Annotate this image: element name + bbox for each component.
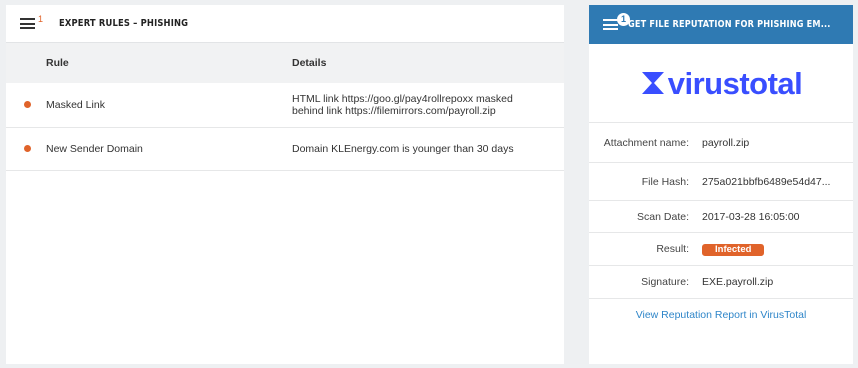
column-header-details[interactable]: Details xyxy=(292,43,564,83)
rule-count: 1 xyxy=(38,13,44,24)
file-hash-value: 275a021bbfb6489e54d47... xyxy=(702,175,831,188)
view-reputation-report-link[interactable]: View Reputation Report in VirusTotal xyxy=(589,309,853,321)
menu-icon[interactable] xyxy=(20,18,35,29)
scan-date-label: Scan Date: xyxy=(637,210,689,223)
scan-date-value: 2017-03-28 16:05:00 xyxy=(702,210,800,223)
file-reputation-title: GET FILE REPUTATION FOR PHISHING EM... xyxy=(628,19,831,30)
file-reputation-header: 1 GET FILE REPUTATION FOR PHISHING EM... xyxy=(589,5,853,44)
rule-cell: Masked Link xyxy=(6,83,292,127)
attachment-value: payroll.zip xyxy=(702,136,750,149)
rule-name: New Sender Domain xyxy=(46,142,143,155)
table-row[interactable]: Masked Link HTML link https://goo.gl/pay… xyxy=(6,83,564,127)
expert-rules-panel: 1 EXPERT RULES – PHISHING Rule Details M… xyxy=(6,5,564,364)
rule-name: Masked Link xyxy=(46,98,105,111)
expert-rules-header: 1 EXPERT RULES – PHISHING xyxy=(6,5,564,43)
attachment-label: Attachment name: xyxy=(603,136,689,149)
rule-details: HTML link https://goo.gl/pay4rollrepoxx … xyxy=(292,92,513,117)
virustotal-logo: virustotal xyxy=(640,68,803,99)
file-hash-label: File Hash: xyxy=(641,175,689,188)
severity-dot-icon xyxy=(24,145,31,152)
severity-dot-icon xyxy=(24,101,31,109)
expert-rules-title: EXPERT RULES – PHISHING xyxy=(59,18,189,29)
scan-date-row: Scan Date: 2017-03-28 16:05:00 xyxy=(589,201,853,233)
virustotal-logo-icon xyxy=(641,72,664,94)
result-row: Result: Infected xyxy=(589,233,853,266)
rules-table: Rule Details Masked Link HTML link https… xyxy=(6,43,564,171)
file-reputation-panel: 1 GET FILE REPUTATION FOR PHISHING EM...… xyxy=(589,5,853,364)
rule-details: Domain KLEnergy.com is younger than 30 d… xyxy=(292,142,514,155)
rule-cell: New Sender Domain xyxy=(6,127,292,170)
table-header-row: Rule Details xyxy=(6,43,564,83)
file-hash-row: File Hash: 275a021bbfb6489e54d47... xyxy=(589,163,853,201)
logo-area: virustotal xyxy=(589,44,853,123)
signature-row: Signature: EXE.payroll.zip xyxy=(589,266,853,299)
virustotal-logo-text: virustotal xyxy=(667,65,803,101)
table-row[interactable]: New Sender Domain Domain KLEnergy.com is… xyxy=(6,127,564,170)
signature-value: EXE.payroll.zip xyxy=(702,276,774,288)
signature-label: Signature: xyxy=(641,276,689,288)
infected-status-badge: Infected xyxy=(702,243,765,256)
column-header-rule[interactable]: Rule xyxy=(6,43,292,83)
result-value-wrapper: Infected xyxy=(702,243,765,256)
attachment-row: Attachment name: payroll.zip xyxy=(589,123,853,163)
result-label: Result: xyxy=(656,243,689,255)
